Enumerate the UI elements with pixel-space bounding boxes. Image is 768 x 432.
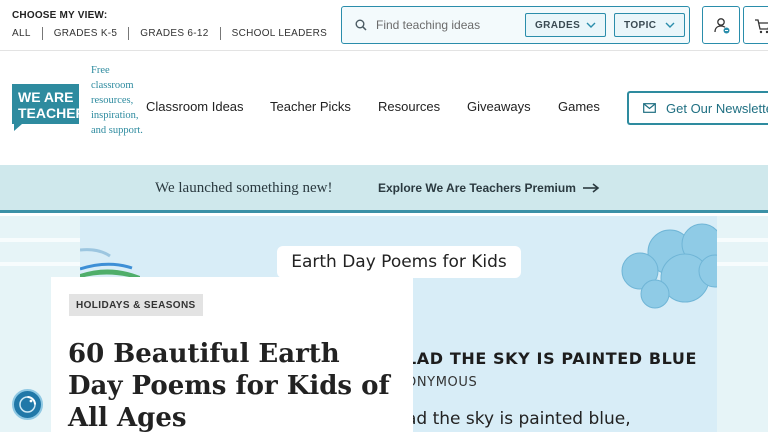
cart-button[interactable] bbox=[743, 6, 768, 44]
topic-dropdown-label: TOPIC bbox=[624, 19, 657, 31]
mail-icon bbox=[643, 103, 656, 113]
view-link-all[interactable]: ALL bbox=[12, 27, 42, 40]
hero-image-title: Earth Day Poems for Kids bbox=[277, 246, 521, 278]
search-input[interactable] bbox=[376, 15, 526, 35]
search-bar: GRADES TOPIC bbox=[341, 6, 690, 44]
poem-line: ad the sky is painted blue, bbox=[406, 409, 631, 429]
choose-view-label: CHOOSE MY VIEW: bbox=[12, 10, 108, 21]
account-button[interactable] bbox=[702, 6, 740, 44]
chevron-down-icon bbox=[586, 22, 596, 28]
decorative-stripe bbox=[0, 238, 80, 242]
we-are-teachers-logo[interactable]: WE ARE TEACHERS bbox=[12, 84, 79, 131]
decorative-stripe bbox=[0, 262, 80, 266]
poem-title: LAD THE SKY IS PAINTED BLUE bbox=[406, 349, 697, 368]
view-link-grades-6-12[interactable]: GRADES 6-12 bbox=[128, 27, 219, 40]
newsletter-label: Get Our Newsletter bbox=[666, 100, 768, 116]
nav-games[interactable]: Games bbox=[558, 99, 600, 114]
cart-icon bbox=[755, 19, 768, 34]
promo-link[interactable]: Explore We Are Teachers Premium bbox=[378, 181, 600, 195]
arrow-right-icon bbox=[582, 183, 600, 193]
accessibility-button[interactable] bbox=[12, 389, 43, 420]
grade-view-links: ALL GRADES K-5 GRADES 6-12 SCHOOL LEADER… bbox=[12, 27, 338, 40]
chevron-down-icon bbox=[665, 22, 675, 28]
promo-text: We launched something new! bbox=[155, 180, 333, 196]
premium-promo-banner: We launched something new! Explore We Ar… bbox=[0, 165, 768, 213]
decorative-stripe bbox=[717, 262, 768, 266]
nav-resources[interactable]: Resources bbox=[378, 99, 440, 114]
site-header: WE ARE TEACHERS Free classroom resources… bbox=[0, 51, 768, 165]
view-link-grades-k-5[interactable]: GRADES K-5 bbox=[41, 27, 129, 40]
article-headline: 60 Beautiful Earth Day Poems for Kids of… bbox=[68, 339, 390, 432]
nav-giveaways[interactable]: Giveaways bbox=[467, 99, 531, 114]
svg-text:WE ARE: WE ARE bbox=[18, 89, 73, 105]
topic-dropdown[interactable]: TOPIC bbox=[614, 13, 685, 37]
grades-dropdown-label: GRADES bbox=[535, 19, 581, 31]
grades-dropdown[interactable]: GRADES bbox=[525, 13, 606, 37]
search-icon[interactable] bbox=[355, 19, 367, 31]
top-utility-bar: CHOOSE MY VIEW: ALL GRADES K-5 GRADES 6-… bbox=[0, 0, 768, 51]
account-icon bbox=[714, 18, 730, 34]
view-link-school-leaders[interactable]: SCHOOL LEADERS bbox=[219, 27, 339, 40]
svg-text:TEACHERS: TEACHERS bbox=[18, 105, 79, 121]
accessibility-icon bbox=[19, 396, 36, 413]
category-badge[interactable]: HOLIDAYS & SEASONS bbox=[69, 294, 203, 316]
promo-link-label: Explore We Are Teachers Premium bbox=[378, 181, 576, 195]
decorative-stripe bbox=[717, 238, 768, 242]
newsletter-button[interactable]: Get Our Newsletter bbox=[627, 91, 768, 125]
nav-teacher-picks[interactable]: Teacher Picks bbox=[270, 99, 351, 114]
site-tagline: Free classroom resources, inspiration, a… bbox=[91, 65, 143, 136]
nav-classroom-ideas[interactable]: Classroom Ideas bbox=[146, 99, 244, 114]
article-title-card: HOLIDAYS & SEASONS 60 Beautiful Earth Da… bbox=[51, 277, 413, 432]
poem-author: ONYMOUS bbox=[406, 375, 478, 390]
